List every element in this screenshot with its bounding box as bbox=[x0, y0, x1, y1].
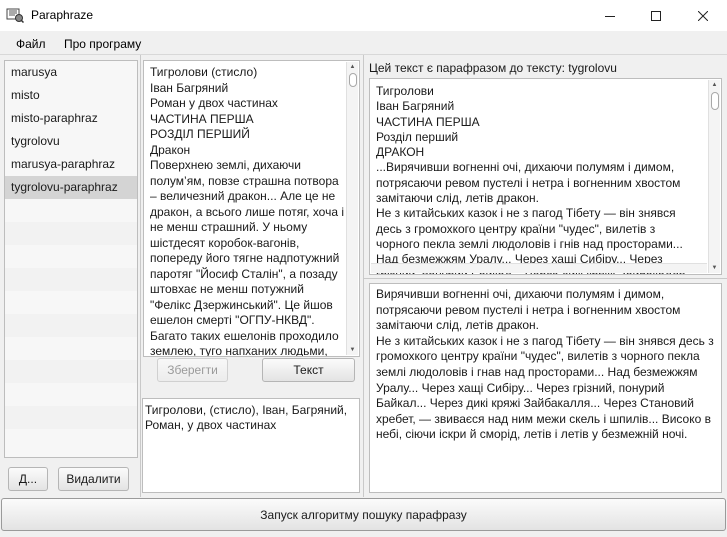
list-item[interactable]: misto-paraphraz bbox=[5, 107, 137, 130]
list-item[interactable]: marusya bbox=[5, 61, 137, 84]
empty-row bbox=[5, 429, 137, 452]
empty-row bbox=[5, 199, 137, 222]
split-divider-right[interactable] bbox=[363, 55, 364, 497]
close-icon bbox=[698, 10, 708, 21]
scroll-up-icon[interactable]: ▲ bbox=[347, 62, 358, 72]
maximize-icon bbox=[651, 10, 661, 21]
empty-row bbox=[5, 245, 137, 268]
empty-row bbox=[5, 360, 137, 383]
paraphrase-scrollbar[interactable]: ▲ ▼ bbox=[708, 80, 720, 273]
list-item[interactable]: marusya-paraphraz bbox=[5, 153, 137, 176]
empty-row bbox=[5, 314, 137, 337]
list-item-selected[interactable]: tygrolovu-paraphraz bbox=[5, 176, 137, 199]
paraphrase-of-label: Цей текст є парафразом до тексту: tygrol… bbox=[369, 61, 617, 75]
empty-row bbox=[5, 337, 137, 360]
source-scrollbar[interactable]: ▲ ▼ bbox=[346, 62, 358, 355]
minimize-icon bbox=[605, 15, 615, 17]
source-text: Тигролови (стисло) Іван Багряний Роман у… bbox=[150, 65, 345, 357]
scroll-down-icon[interactable]: ▼ bbox=[709, 263, 720, 273]
window-title: Paraphraze bbox=[31, 8, 94, 22]
paraphrase-horizontal-scrollbar[interactable] bbox=[371, 263, 707, 273]
metadata-text: Тигролови, (стисло), Іван, Багряний, Ром… bbox=[145, 403, 351, 432]
empty-row bbox=[5, 268, 137, 291]
source-text-area[interactable]: Тигролови (стисло) Іван Багряний Роман у… bbox=[143, 60, 360, 357]
close-button[interactable] bbox=[680, 0, 726, 31]
scroll-down-icon[interactable]: ▼ bbox=[347, 345, 358, 355]
add-document-button[interactable]: Д... bbox=[8, 467, 48, 491]
list-item[interactable]: misto bbox=[5, 84, 137, 107]
split-divider-horizontal[interactable] bbox=[364, 278, 727, 279]
scroll-thumb[interactable] bbox=[711, 92, 719, 110]
metadata-text-area[interactable]: Тигролови, (стисло), Іван, Багряний, Ром… bbox=[142, 398, 360, 493]
empty-row bbox=[5, 383, 137, 406]
paraphrase-text-area[interactable]: Тигролови Іван Багряний ЧАСТИНА ПЕРША Ро… bbox=[369, 78, 722, 275]
title-bar: Paraphraze bbox=[0, 0, 727, 31]
run-paraphrase-search-button[interactable]: Запуск алгоритму пошуку парафразу bbox=[1, 498, 726, 531]
empty-row bbox=[5, 291, 137, 314]
document-list[interactable]: marusya misto misto-paraphraz tygrolovu … bbox=[4, 60, 138, 458]
text-button[interactable]: Текст bbox=[262, 358, 355, 382]
result-text: Вирячивши вогненні очі, дихаючи полумям … bbox=[376, 287, 714, 442]
maximize-button[interactable] bbox=[633, 0, 679, 31]
minimize-button[interactable] bbox=[587, 0, 633, 31]
split-divider-left[interactable] bbox=[140, 55, 141, 497]
empty-row bbox=[5, 222, 137, 245]
paraphraze-logo-icon bbox=[6, 8, 24, 23]
menu-file[interactable]: Файл bbox=[16, 37, 46, 51]
delete-document-button[interactable]: Видалити bbox=[58, 467, 129, 491]
result-text-area[interactable]: Вирячивши вогненні очі, дихаючи полумям … bbox=[369, 283, 722, 493]
empty-row bbox=[5, 406, 137, 429]
menu-about[interactable]: Про програму bbox=[64, 37, 141, 51]
scroll-up-icon[interactable]: ▲ bbox=[709, 80, 720, 90]
paraphrase-text: Тигролови Іван Багряний ЧАСТИНА ПЕРША Ро… bbox=[376, 84, 695, 274]
scroll-thumb[interactable] bbox=[349, 73, 357, 87]
menu-bar: Файл Про програму bbox=[0, 31, 727, 55]
save-button[interactable]: Зберегти bbox=[157, 358, 228, 382]
list-item[interactable]: tygrolovu bbox=[5, 130, 137, 153]
